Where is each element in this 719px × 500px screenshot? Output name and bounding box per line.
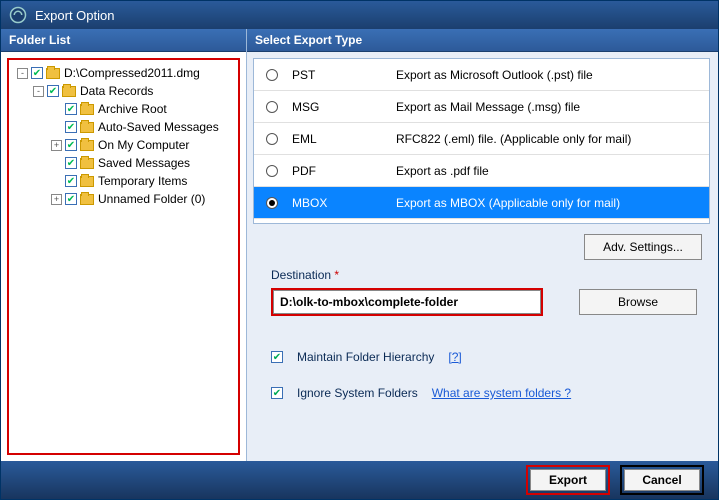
app-logo-icon xyxy=(9,6,27,24)
export-type-header: Select Export Type xyxy=(247,29,718,52)
tree-row[interactable]: ✔ Temporary Items xyxy=(11,172,236,190)
folder-icon xyxy=(80,140,94,151)
folder-tree[interactable]: -✔D:\Compressed2011.dmg-✔Data Records✔Ar… xyxy=(7,58,240,455)
type-desc: Export as Mail Message (.msg) file xyxy=(396,100,580,114)
browse-button[interactable]: Browse xyxy=(579,289,697,315)
tree-label: Temporary Items xyxy=(98,174,187,188)
titlebar: Export Option xyxy=(1,1,718,29)
tree-row[interactable]: ✔ Archive Root xyxy=(11,100,236,118)
type-desc: Export as MBOX (Applicable only for mail… xyxy=(396,196,620,210)
expander-icon[interactable]: + xyxy=(51,194,62,205)
tree-checkbox[interactable]: ✔ xyxy=(65,139,77,151)
type-code: MSG xyxy=(292,100,396,114)
system-folders-help-link[interactable]: What are system folders ? xyxy=(432,386,571,400)
tree-label: Unnamed Folder (0) xyxy=(98,192,205,206)
tree-checkbox[interactable]: ✔ xyxy=(31,67,43,79)
folder-icon xyxy=(80,194,94,205)
folder-list-panel: Folder List -✔D:\Compressed2011.dmg-✔Dat… xyxy=(1,29,247,461)
type-code: PST xyxy=(292,68,396,82)
tree-checkbox[interactable]: ✔ xyxy=(65,103,77,115)
maintain-hierarchy-label: Maintain Folder Hierarchy xyxy=(297,350,434,364)
destination-input[interactable] xyxy=(273,290,541,314)
tree-row[interactable]: ✔ Auto-Saved Messages xyxy=(11,118,236,136)
folder-list-header: Folder List xyxy=(1,29,246,52)
export-type-row[interactable]: MSGExport as Mail Message (.msg) file xyxy=(254,91,709,123)
cancel-button[interactable]: Cancel xyxy=(624,469,700,491)
folder-icon xyxy=(80,104,94,115)
folder-icon xyxy=(46,68,60,79)
tree-row[interactable]: +✔ On My Computer xyxy=(11,136,236,154)
export-type-row[interactable]: PDFExport as .pdf file xyxy=(254,155,709,187)
type-code: MBOX xyxy=(292,196,396,210)
tree-checkbox[interactable]: ✔ xyxy=(47,85,59,97)
tree-row[interactable]: +✔ Unnamed Folder (0) xyxy=(11,190,236,208)
tree-checkbox[interactable]: ✔ xyxy=(65,157,77,169)
export-type-list[interactable]: PSTExport as Microsoft Outlook (.pst) fi… xyxy=(253,58,710,224)
type-code: PDF xyxy=(292,164,396,178)
folder-icon xyxy=(62,86,76,97)
footer: Export Cancel xyxy=(1,461,718,499)
tree-label: Auto-Saved Messages xyxy=(98,120,219,134)
tree-checkbox[interactable]: ✔ xyxy=(65,175,77,187)
type-desc: Export as .pdf file xyxy=(396,164,489,178)
ignore-system-folders-label: Ignore System Folders xyxy=(297,386,418,400)
folder-icon xyxy=(80,176,94,187)
export-type-row[interactable]: MBOXExport as MBOX (Applicable only for … xyxy=(254,187,709,219)
tree-row[interactable]: -✔ Data Records xyxy=(11,82,236,100)
expander-icon[interactable]: + xyxy=(51,140,62,151)
radio-icon[interactable] xyxy=(266,101,278,113)
maintain-hierarchy-checkbox[interactable]: ✔ xyxy=(271,351,283,363)
expander-icon[interactable]: - xyxy=(17,68,28,79)
destination-label: Destination * xyxy=(247,266,718,288)
tree-row[interactable]: ✔ Saved Messages xyxy=(11,154,236,172)
type-code: EML xyxy=(292,132,396,146)
export-type-row[interactable]: PSTExport as Microsoft Outlook (.pst) fi… xyxy=(254,59,709,91)
radio-icon[interactable] xyxy=(266,197,278,209)
adv-settings-button[interactable]: Adv. Settings... xyxy=(584,234,702,260)
export-type-panel: Select Export Type PSTExport as Microsof… xyxy=(247,29,718,461)
tree-label: Data Records xyxy=(80,84,153,98)
type-desc: RFC822 (.eml) file. (Applicable only for… xyxy=(396,132,631,146)
radio-icon[interactable] xyxy=(266,133,278,145)
tree-row[interactable]: -✔ D:\Compressed2011.dmg xyxy=(11,64,236,82)
folder-icon xyxy=(80,122,94,133)
tree-label: On My Computer xyxy=(98,138,189,152)
export-type-row[interactable]: EMLRFC822 (.eml) file. (Applicable only … xyxy=(254,123,709,155)
expander-icon[interactable]: - xyxy=(33,86,44,97)
folder-icon xyxy=(80,158,94,169)
radio-icon[interactable] xyxy=(266,69,278,81)
tree-checkbox[interactable]: ✔ xyxy=(65,121,77,133)
window-title: Export Option xyxy=(35,8,115,23)
ignore-system-folders-checkbox[interactable]: ✔ xyxy=(271,387,283,399)
radio-icon[interactable] xyxy=(266,165,278,177)
tree-label: Saved Messages xyxy=(98,156,190,170)
tree-label: D:\Compressed2011.dmg xyxy=(64,66,200,80)
maintain-hierarchy-help-link[interactable]: [?] xyxy=(448,350,461,364)
tree-label: Archive Root xyxy=(98,102,167,116)
tree-checkbox[interactable]: ✔ xyxy=(65,193,77,205)
export-button[interactable]: Export xyxy=(530,469,606,491)
type-desc: Export as Microsoft Outlook (.pst) file xyxy=(396,68,593,82)
